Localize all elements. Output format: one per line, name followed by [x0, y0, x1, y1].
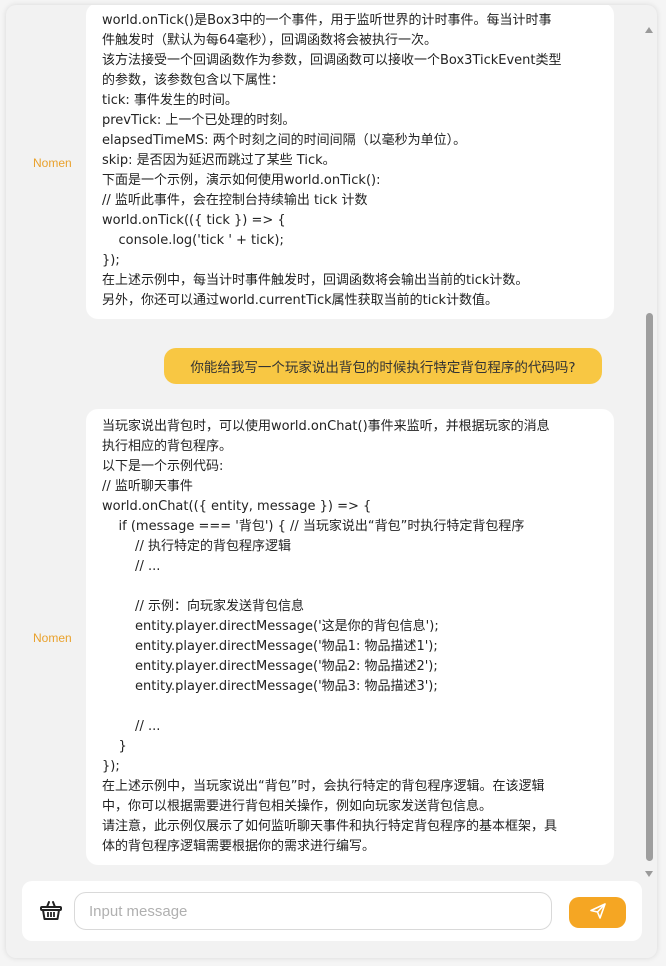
scrollbar[interactable] [641, 21, 657, 879]
chevron-down-icon[interactable] [645, 871, 653, 877]
message-line: 该方法接受一个回调函数作为参数，回调函数可以接收一个Box3TickEvent类… [102, 53, 562, 68]
message-line: 当玩家说出背包时，可以使用world.onChat()事件来监听，并根据玩家的消… [102, 419, 550, 434]
sender-label: Nomen [33, 631, 72, 645]
message-line: if (message === '背包') { // 当玩家说出“背包”时执行特… [102, 519, 525, 534]
message-line: 执行相应的背包程序。 [102, 439, 233, 454]
message-line: prevTick: 上一个已处理的时刻。 [102, 113, 296, 128]
message-line: entity.player.directMessage('这是你的背包信息'); [102, 619, 439, 634]
message-line [102, 697, 600, 717]
message-line: } [102, 739, 127, 754]
message-line: 在上述示例中，每当计时事件触发时，回调函数将会输出当前的tick计数。 [102, 273, 529, 288]
message-line: 下面是一个示例，演示如何使用world.onTick(): [102, 173, 381, 188]
scrollbar-thumb[interactable] [646, 313, 653, 861]
sender-label: Nomen [33, 156, 72, 170]
message-line: }); [102, 253, 120, 268]
message-list: Nomen world.onTick()是Box3中的一个事件，用于监听世界的计… [6, 5, 657, 880]
message-line [102, 577, 600, 597]
message-line: 请注意，此示例仅展示了如何监听聊天事件和执行特定背包程序的基本框架，具 [102, 819, 558, 834]
chat-window: Nomen world.onTick()是Box3中的一个事件，用于监听世界的计… [6, 5, 657, 958]
message-line: // ... [102, 719, 161, 734]
user-message-text: 你能给我写一个玩家说出背包的时候执行特定背包程序的代码吗? [190, 360, 576, 376]
message-line: entity.player.directMessage('物品3: 物品描述3'… [102, 679, 438, 694]
message-line: skip: 是否因为延迟而跳过了某些 Tick。 [102, 153, 336, 168]
message-line: // 示例：向玩家发送背包信息 [102, 599, 304, 614]
message-line: console.log('tick ' + tick); [102, 233, 284, 248]
message-line: world.onTick(({ tick }) => { [102, 213, 286, 228]
message-line: world.onTick()是Box3中的一个事件，用于监听世界的计时事件。每当… [102, 13, 552, 28]
message-line: // 监听聊天事件 [102, 479, 193, 494]
message-line: 另外，你还可以通过world.currentTick属性获取当前的tick计数值… [102, 293, 499, 308]
message-line: 件触发时（默认为每64毫秒），回调函数将会被执行一次。 [102, 33, 438, 48]
user-message: 你能给我写一个玩家说出背包的时候执行特定背包程序的代码吗? [164, 348, 602, 384]
message-line: 以下是一个示例代码: [102, 459, 224, 474]
message-input[interactable] [74, 892, 552, 930]
message-line: elapsedTimeMS: 两个时刻之间的时间间隔（以毫秒为单位）。 [102, 133, 467, 148]
message-line: // 执行特定的背包程序逻辑 [102, 539, 291, 554]
assistant-message: 当玩家说出背包时，可以使用world.onChat()事件来监听，并根据玩家的消… [86, 409, 614, 865]
message-line: 中，你可以根据需要进行背包相关操作，例如向玩家发送背包信息。 [102, 799, 493, 814]
message-line: entity.player.directMessage('物品1: 物品描述1'… [102, 639, 438, 654]
message-line: // ... [102, 559, 161, 574]
message-line: }); [102, 759, 120, 774]
message-line: entity.player.directMessage('物品2: 物品描述2'… [102, 659, 438, 674]
send-icon [589, 902, 607, 923]
message-line: // 监听此事件，会在控制台持续输出 tick 计数 [102, 193, 368, 208]
send-button[interactable] [569, 897, 626, 928]
message-line: 在上述示例中，当玩家说出“背包”时，会执行特定的背包程序逻辑。在该逻辑 [102, 779, 545, 794]
chevron-up-icon[interactable] [645, 27, 653, 33]
basket-icon[interactable] [38, 897, 64, 923]
message-line: 体的背包程序逻辑需要根据你的需求进行编写。 [102, 839, 376, 854]
assistant-message: world.onTick()是Box3中的一个事件，用于监听世界的计时事件。每当… [86, 5, 614, 319]
message-line: 的参数，该参数包含以下属性： [102, 73, 285, 88]
message-line: world.onChat(({ entity, message }) => { [102, 499, 372, 514]
message-line: tick: 事件发生的时间。 [102, 93, 238, 108]
composer [22, 881, 642, 941]
